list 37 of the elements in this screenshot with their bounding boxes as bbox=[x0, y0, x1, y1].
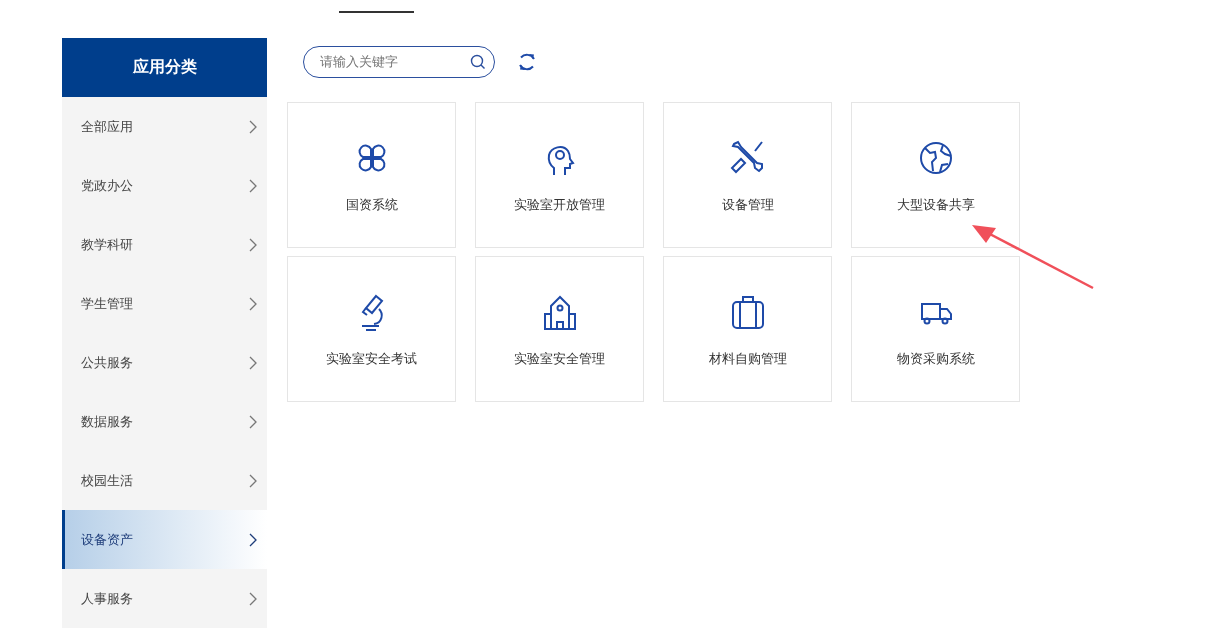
sidebar-item[interactable]: 数据服务 bbox=[62, 392, 267, 451]
app-label: 材料自购管理 bbox=[708, 350, 787, 368]
app-card[interactable]: 设备管理 bbox=[663, 102, 832, 248]
chevron-right-icon bbox=[249, 532, 257, 547]
app-label: 设备管理 bbox=[721, 196, 774, 214]
chevron-right-icon bbox=[249, 178, 257, 193]
chevron-right-icon bbox=[249, 355, 257, 370]
sidebar-title: 应用分类 bbox=[62, 38, 267, 97]
chevron-right-icon bbox=[249, 591, 257, 606]
sidebar-item[interactable]: 学生管理 bbox=[62, 274, 267, 333]
sidebar-item[interactable]: 全部应用 bbox=[62, 97, 267, 156]
chevron-right-icon bbox=[249, 296, 257, 311]
app-card[interactable]: 物资采购系统 bbox=[851, 256, 1020, 402]
app-card[interactable]: 材料自购管理 bbox=[663, 256, 832, 402]
app-card[interactable]: 实验室安全管理 bbox=[475, 256, 644, 402]
chevron-right-icon bbox=[249, 473, 257, 488]
chevron-right-icon bbox=[249, 237, 257, 252]
sidebar-item[interactable]: 公共服务 bbox=[62, 333, 267, 392]
search-icon[interactable] bbox=[470, 53, 486, 70]
app-label: 国资系统 bbox=[345, 196, 398, 214]
app-card[interactable]: 大型设备共享 bbox=[851, 102, 1020, 248]
app-label: 实验室安全管理 bbox=[514, 350, 605, 368]
chevron-right-icon bbox=[249, 119, 257, 134]
app-card[interactable]: 实验室开放管理 bbox=[475, 102, 644, 248]
app-label: 实验室安全考试 bbox=[326, 350, 417, 368]
sidebar-item[interactable]: 校园生活 bbox=[62, 451, 267, 510]
app-card[interactable]: 国资系统 bbox=[287, 102, 456, 248]
app-label: 大型设备共享 bbox=[896, 196, 975, 214]
chevron-right-icon bbox=[249, 414, 257, 429]
sidebar-item[interactable]: 设备资产 bbox=[62, 510, 267, 569]
search-field[interactable]: 请输入关键字 bbox=[303, 45, 495, 78]
sidebar-item[interactable]: 教学科研 bbox=[62, 215, 267, 274]
sidebar-item[interactable]: 人事服务 bbox=[62, 569, 267, 628]
app-label: 实验室开放管理 bbox=[514, 196, 605, 214]
app-label: 物资采购系统 bbox=[896, 350, 975, 368]
app-card[interactable]: 实验室安全考试 bbox=[287, 256, 456, 402]
sidebar-item[interactable]: 党政办公 bbox=[62, 156, 267, 215]
